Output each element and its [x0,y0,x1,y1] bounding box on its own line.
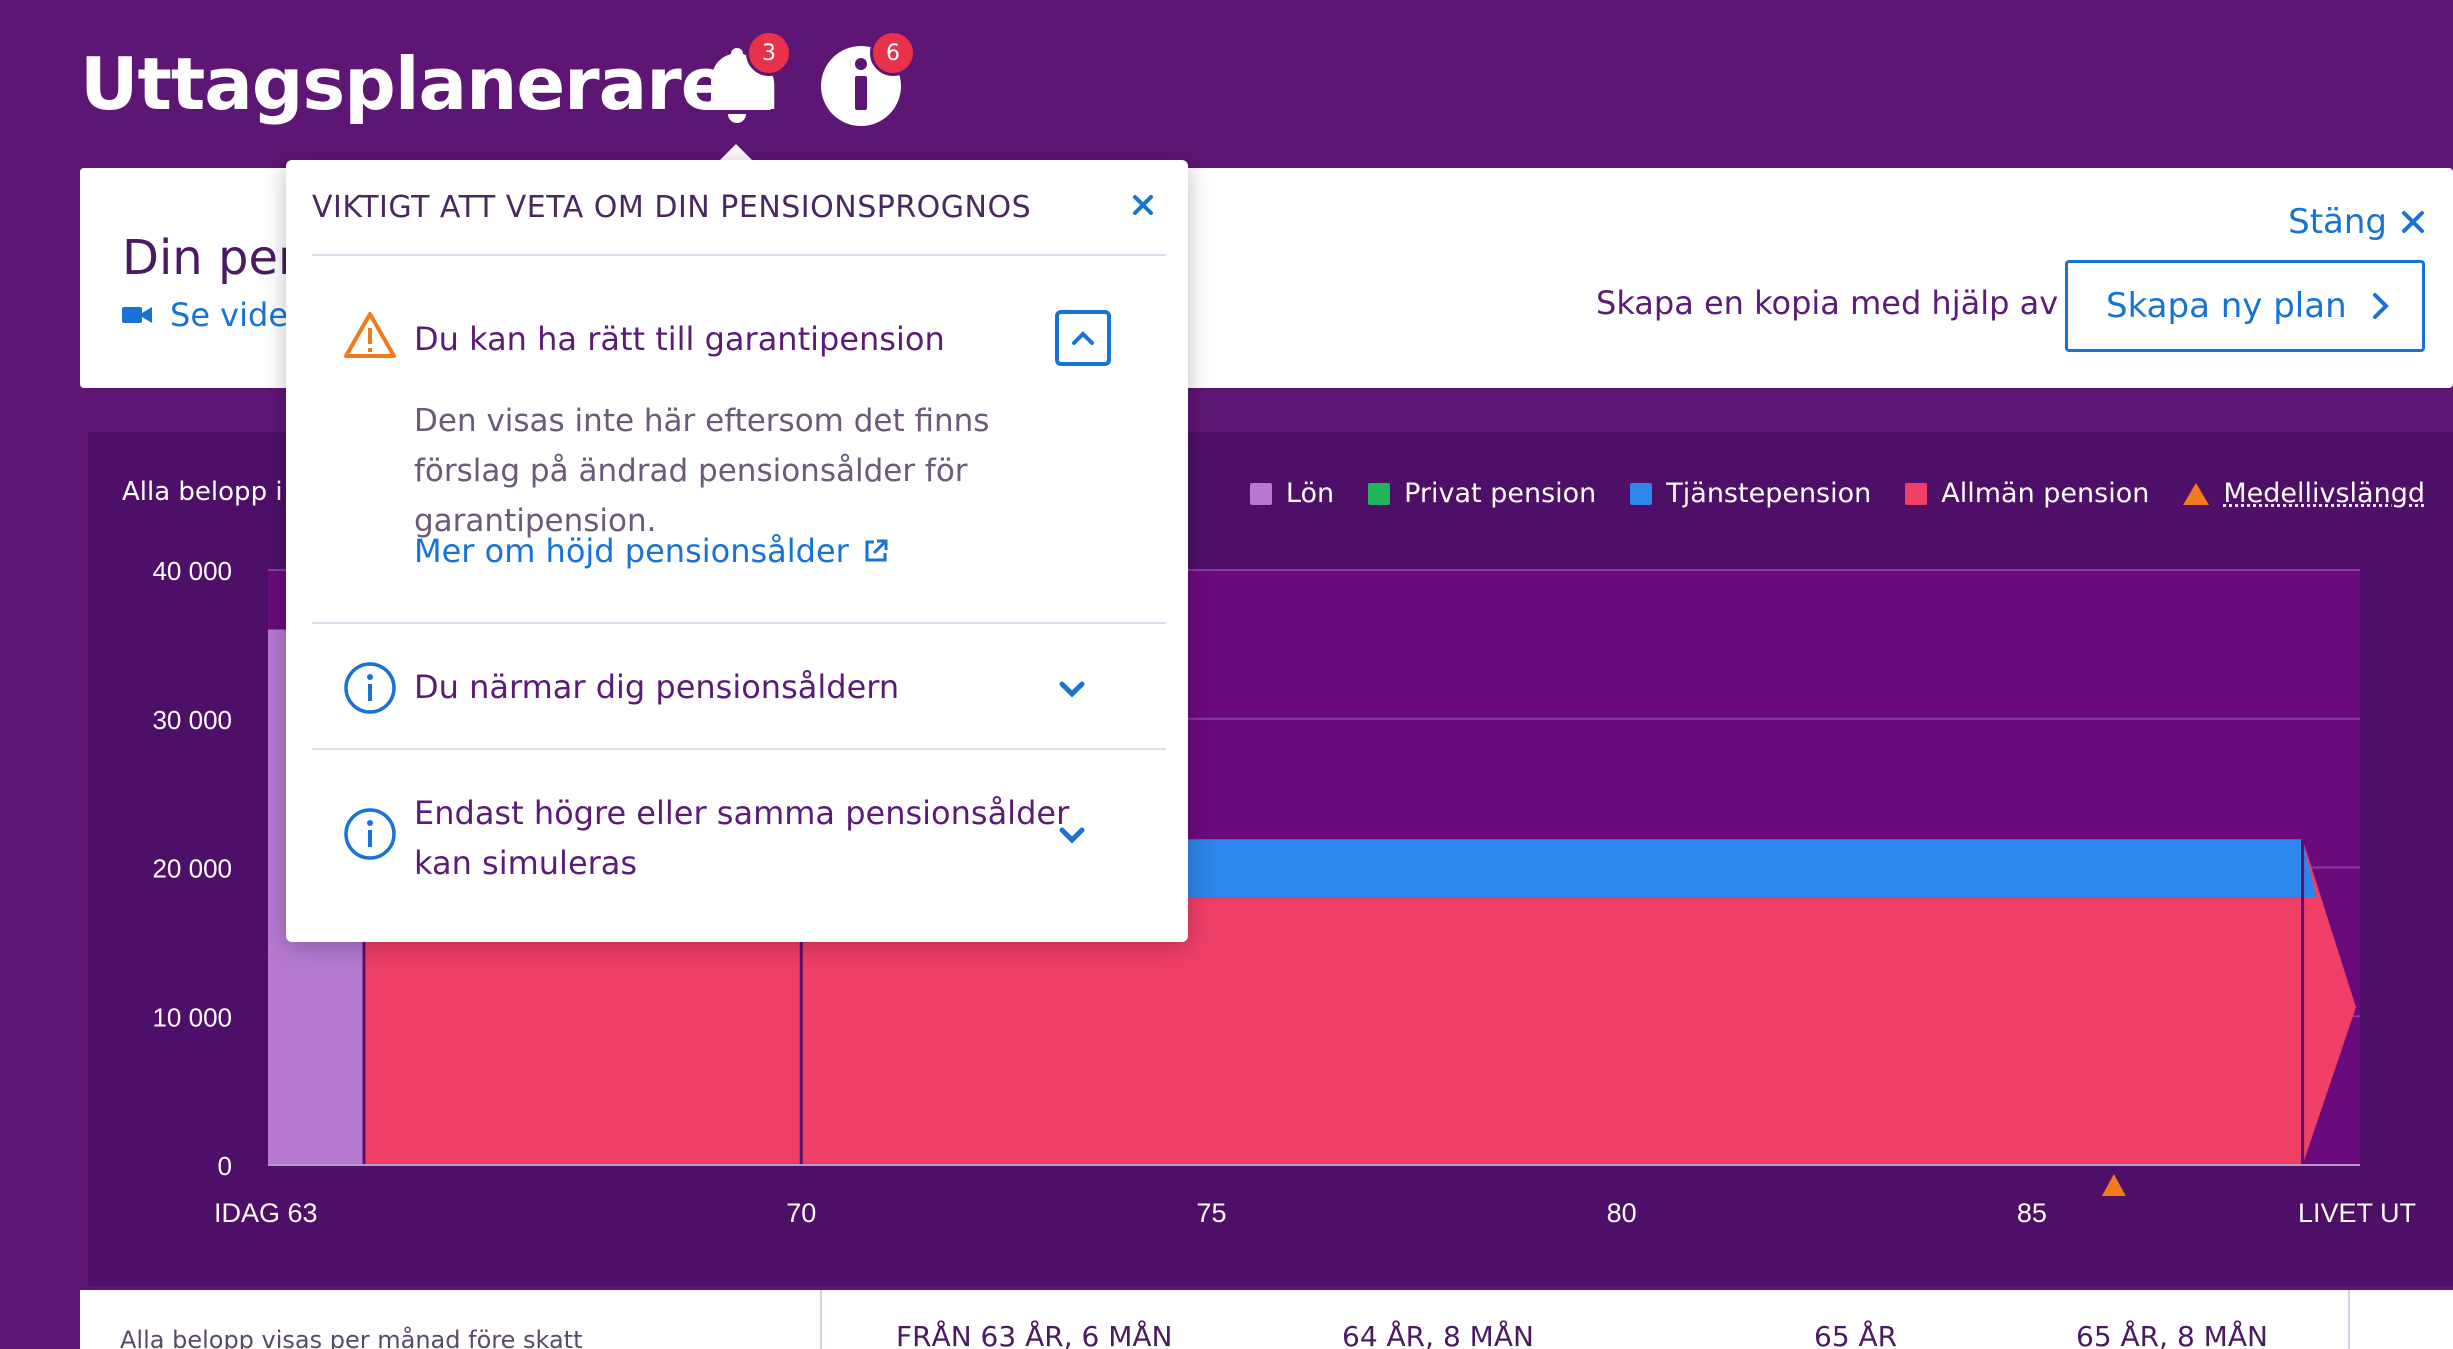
y-tick-label: 30 000 [152,705,232,735]
x-tick-label: 75 [1196,1198,1226,1228]
warning-icon [344,312,396,358]
collapse-alert-button[interactable] [1055,310,1111,366]
raised-pension-age-link[interactable]: Mer om höjd pensionsålder [414,532,889,570]
chevron-up-icon [1072,331,1094,345]
y-tick-label: 20 000 [152,854,232,884]
popover-close-button[interactable] [1122,184,1164,226]
alert-title-guarantee-pension: Du kan ha rätt till garantipension [414,320,945,358]
payout-column-3: 65 ÅR [1814,1320,1898,1349]
popover-divider [312,622,1166,624]
payout-column-1: FRÅN 63 ÅR, 6 MÅN [896,1320,1173,1349]
x-tick-label: IDAG 63 [214,1198,318,1228]
payout-column-divider [820,1290,822,1349]
y-tick-label: 40 000 [152,556,232,586]
x-tick-label: 80 [1607,1198,1637,1228]
life-expectancy-marker [2101,1174,2126,1196]
payout-column-4: 65 ÅR, 8 MÅN [2076,1320,2268,1349]
info-circle-icon [344,808,396,860]
payout-table-header: Alla belopp visas per månad före skatt F… [80,1290,2453,1349]
y-tick-label: 0 [218,1151,232,1181]
external-link-icon [865,539,888,562]
alert-title-approaching-pension-age: Du närmar dig pensionsåldern [414,668,900,706]
alert-body-guarantee-pension: Den visas inte här eftersom det finns fö… [414,403,990,539]
popover-divider [312,254,1166,256]
close-icon [1133,195,1153,215]
x-tick-label: LIVET UT [2298,1198,2416,1228]
info-circle-icon [344,662,396,714]
x-tick-label: 70 [786,1198,816,1228]
y-tick-label: 10 000 [152,1002,232,1032]
raised-pension-age-label: Mer om höjd pensionsålder [414,532,849,570]
bottom-left-note: Alla belopp visas per månad före skatt [120,1326,583,1349]
popover-divider [312,748,1166,750]
alert-title-only-same-or-higher-age: Endast högre eller samma pensionsålder k… [414,794,1070,882]
expand-chevron-down-icon[interactable] [1052,674,1092,704]
expand-chevron-down-icon[interactable] [1052,820,1092,850]
payout-column-divider [2348,1290,2350,1349]
payout-column-2: 64 ÅR, 8 MÅN [1342,1320,1534,1349]
popover-heading: VIKTIGT ATT VETA OM DIN PENSIONSPROGNOS [312,190,1032,225]
pension-forecast-popover: VIKTIGT ATT VETA OM DIN PENSIONSPROGNOS … [286,160,1188,942]
x-tick-label: 85 [2017,1198,2047,1228]
